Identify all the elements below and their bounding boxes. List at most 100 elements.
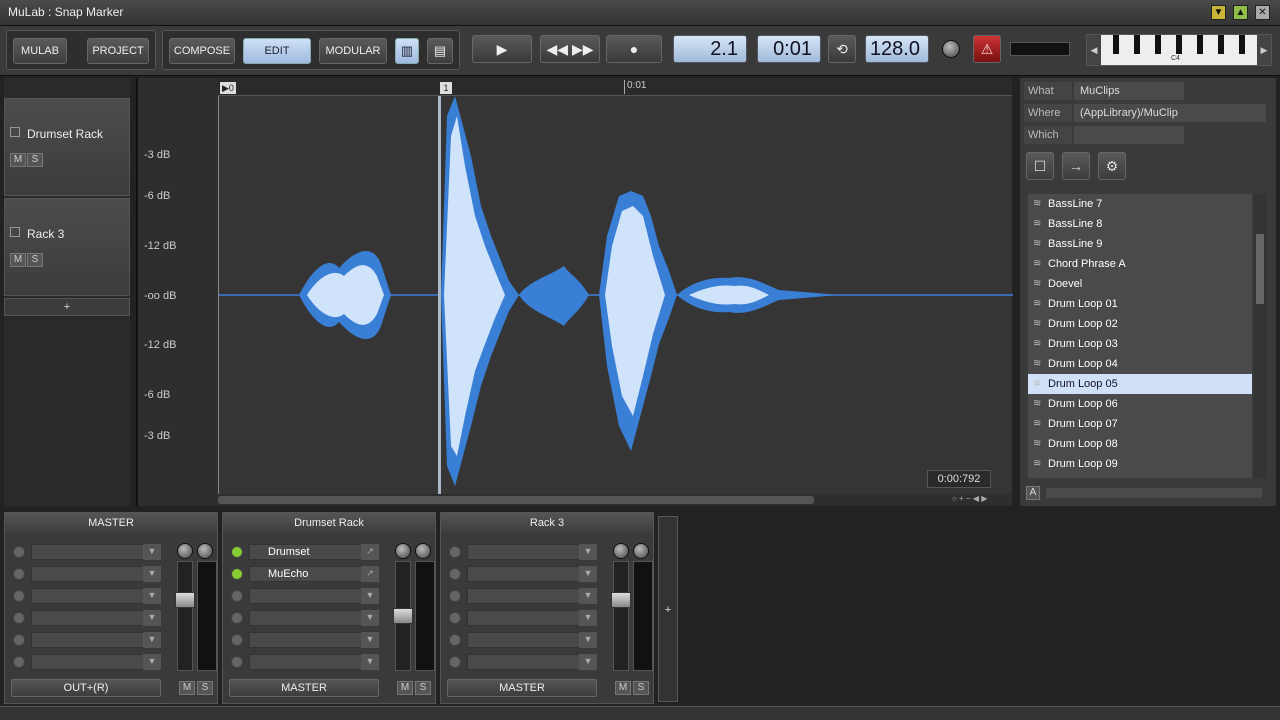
keyboard-right-icon[interactable]: ▶	[1257, 35, 1271, 65]
chevron-down-icon[interactable]: ▼	[143, 654, 161, 670]
import-icon[interactable]: →	[1062, 152, 1090, 180]
list-scrollbar[interactable]	[1254, 194, 1266, 478]
chevron-down-icon[interactable]: ▼	[361, 610, 379, 626]
insert-slot[interactable]: ▼	[231, 588, 381, 604]
list-item[interactable]: Drum Loop 07	[1028, 414, 1252, 434]
chevron-down-icon[interactable]: ▼	[579, 544, 597, 560]
power-icon[interactable]	[13, 656, 25, 668]
solo-button[interactable]: S	[197, 681, 213, 695]
chevron-down-icon[interactable]: ▼	[579, 588, 597, 604]
gear-icon[interactable]: ⚙	[1098, 152, 1126, 180]
edit-arrow-icon[interactable]: ↗	[361, 544, 379, 560]
edit-button[interactable]: EDIT	[243, 38, 311, 64]
power-icon[interactable]	[13, 590, 25, 602]
which-field[interactable]	[1074, 126, 1184, 144]
status-bar[interactable]	[0, 706, 1280, 720]
power-icon[interactable]	[13, 546, 25, 558]
list-item[interactable]: BassLine 7	[1028, 194, 1252, 214]
timeline-ruler[interactable]: ▶0 1 0:01	[218, 78, 1012, 96]
list-scroll-thumb[interactable]	[1256, 234, 1264, 304]
track-rack-3[interactable]: Rack 3 M S	[4, 198, 130, 296]
start-marker[interactable]: ▶0	[220, 82, 236, 94]
power-icon[interactable]	[13, 634, 25, 646]
what-field[interactable]: MuClips	[1074, 82, 1184, 100]
where-field[interactable]: (AppLibrary)/MuClip	[1074, 104, 1266, 122]
insert-slot[interactable]: ▼	[231, 632, 381, 648]
solo-button[interactable]: S	[27, 153, 43, 167]
send-knob[interactable]	[633, 543, 649, 559]
modular-button[interactable]: MODULAR	[319, 38, 387, 64]
project-button[interactable]: PROJECT	[87, 38, 149, 64]
keyboard-left-icon[interactable]: ◀	[1087, 35, 1101, 65]
list-item[interactable]: Drum Loop 03	[1028, 334, 1252, 354]
insert-slot[interactable]: ▼	[449, 588, 599, 604]
insert-slot[interactable]: ▼	[449, 632, 599, 648]
insert-slot[interactable]: Drumset ↗	[231, 544, 381, 560]
power-icon[interactable]	[231, 568, 243, 580]
power-icon[interactable]	[449, 612, 461, 624]
send-knob[interactable]	[197, 543, 213, 559]
send-knob[interactable]	[415, 543, 431, 559]
rewind-forward-button[interactable]: ◀◀ ▶▶	[540, 35, 600, 63]
zoom-controls[interactable]: ○ + − ◀ ▶	[952, 494, 1010, 504]
tempo-display[interactable]: 128.0	[865, 35, 929, 63]
output-button[interactable]: MASTER	[229, 679, 379, 697]
chevron-down-icon[interactable]: ▼	[143, 632, 161, 648]
browser-hscrollbar[interactable]	[1046, 488, 1262, 498]
position-display[interactable]: 2.1	[673, 35, 747, 63]
list-item[interactable]: Doevel	[1028, 274, 1252, 294]
power-icon[interactable]	[449, 656, 461, 668]
waveform-area[interactable]: 0:00:792	[218, 96, 1013, 494]
edit-arrow-icon[interactable]: ↗	[361, 566, 379, 582]
list-item[interactable]: Drum Loop 01	[1028, 294, 1252, 314]
folder-icon[interactable]: ☐	[1026, 152, 1054, 180]
a-button[interactable]: A	[1026, 486, 1040, 500]
power-icon[interactable]	[231, 612, 243, 624]
output-button[interactable]: OUT+(R)	[11, 679, 161, 697]
pan-knob[interactable]	[177, 543, 193, 559]
keyboard-widget[interactable]: ◀ C4 ▶	[1086, 34, 1272, 66]
chevron-down-icon[interactable]: ▼	[579, 632, 597, 648]
insert-slot[interactable]: ▼	[13, 544, 163, 560]
chevron-down-icon[interactable]: ▼	[361, 654, 379, 670]
mute-button[interactable]: M	[397, 681, 413, 695]
horizontal-scrollbar[interactable]	[218, 496, 814, 504]
chevron-down-icon[interactable]: ▼	[143, 610, 161, 626]
chevron-down-icon[interactable]: ▼	[579, 654, 597, 670]
volume-fader[interactable]	[393, 561, 413, 671]
power-icon[interactable]	[231, 546, 243, 558]
track-drumset-rack[interactable]: Drumset Rack M S	[4, 98, 130, 196]
list-item[interactable]: BassLine 8	[1028, 214, 1252, 234]
chevron-down-icon[interactable]: ▼	[361, 632, 379, 648]
chevron-down-icon[interactable]: ▼	[579, 610, 597, 626]
insert-slot[interactable]: ▼	[13, 566, 163, 582]
insert-slot[interactable]: ▼	[13, 610, 163, 626]
mixer-view-icon[interactable]: ▥	[395, 38, 419, 64]
fader-cap[interactable]	[175, 592, 195, 608]
insert-slot[interactable]: ▼	[13, 588, 163, 604]
insert-slot[interactable]: ▼	[13, 632, 163, 648]
volume-fader[interactable]	[175, 561, 195, 671]
list-item[interactable]: Chord Phrase A	[1028, 254, 1252, 274]
fader-cap[interactable]	[611, 592, 631, 608]
metronome-icon[interactable]: ⚠	[973, 35, 1001, 63]
loop-icon[interactable]: ⟲	[828, 35, 856, 63]
power-icon[interactable]	[449, 634, 461, 646]
playhead-marker[interactable]: 1	[440, 82, 452, 94]
list-item[interactable]: Drum Loop 09	[1028, 454, 1252, 474]
output-button[interactable]: MASTER	[447, 679, 597, 697]
list-item[interactable]: Drum Loop 02	[1028, 314, 1252, 334]
pan-knob[interactable]	[613, 543, 629, 559]
insert-slot[interactable]: ▼	[449, 544, 599, 560]
power-icon[interactable]	[231, 590, 243, 602]
chevron-down-icon[interactable]: ▼	[143, 588, 161, 604]
chevron-down-icon[interactable]: ▼	[143, 544, 161, 560]
volume-fader[interactable]	[611, 561, 631, 671]
volume-knob[interactable]	[942, 40, 960, 58]
power-icon[interactable]	[449, 546, 461, 558]
solo-button[interactable]: S	[633, 681, 649, 695]
minimize-button[interactable]: ▼	[1211, 5, 1226, 20]
power-icon[interactable]	[231, 634, 243, 646]
power-icon[interactable]	[449, 590, 461, 602]
power-icon[interactable]	[13, 612, 25, 624]
